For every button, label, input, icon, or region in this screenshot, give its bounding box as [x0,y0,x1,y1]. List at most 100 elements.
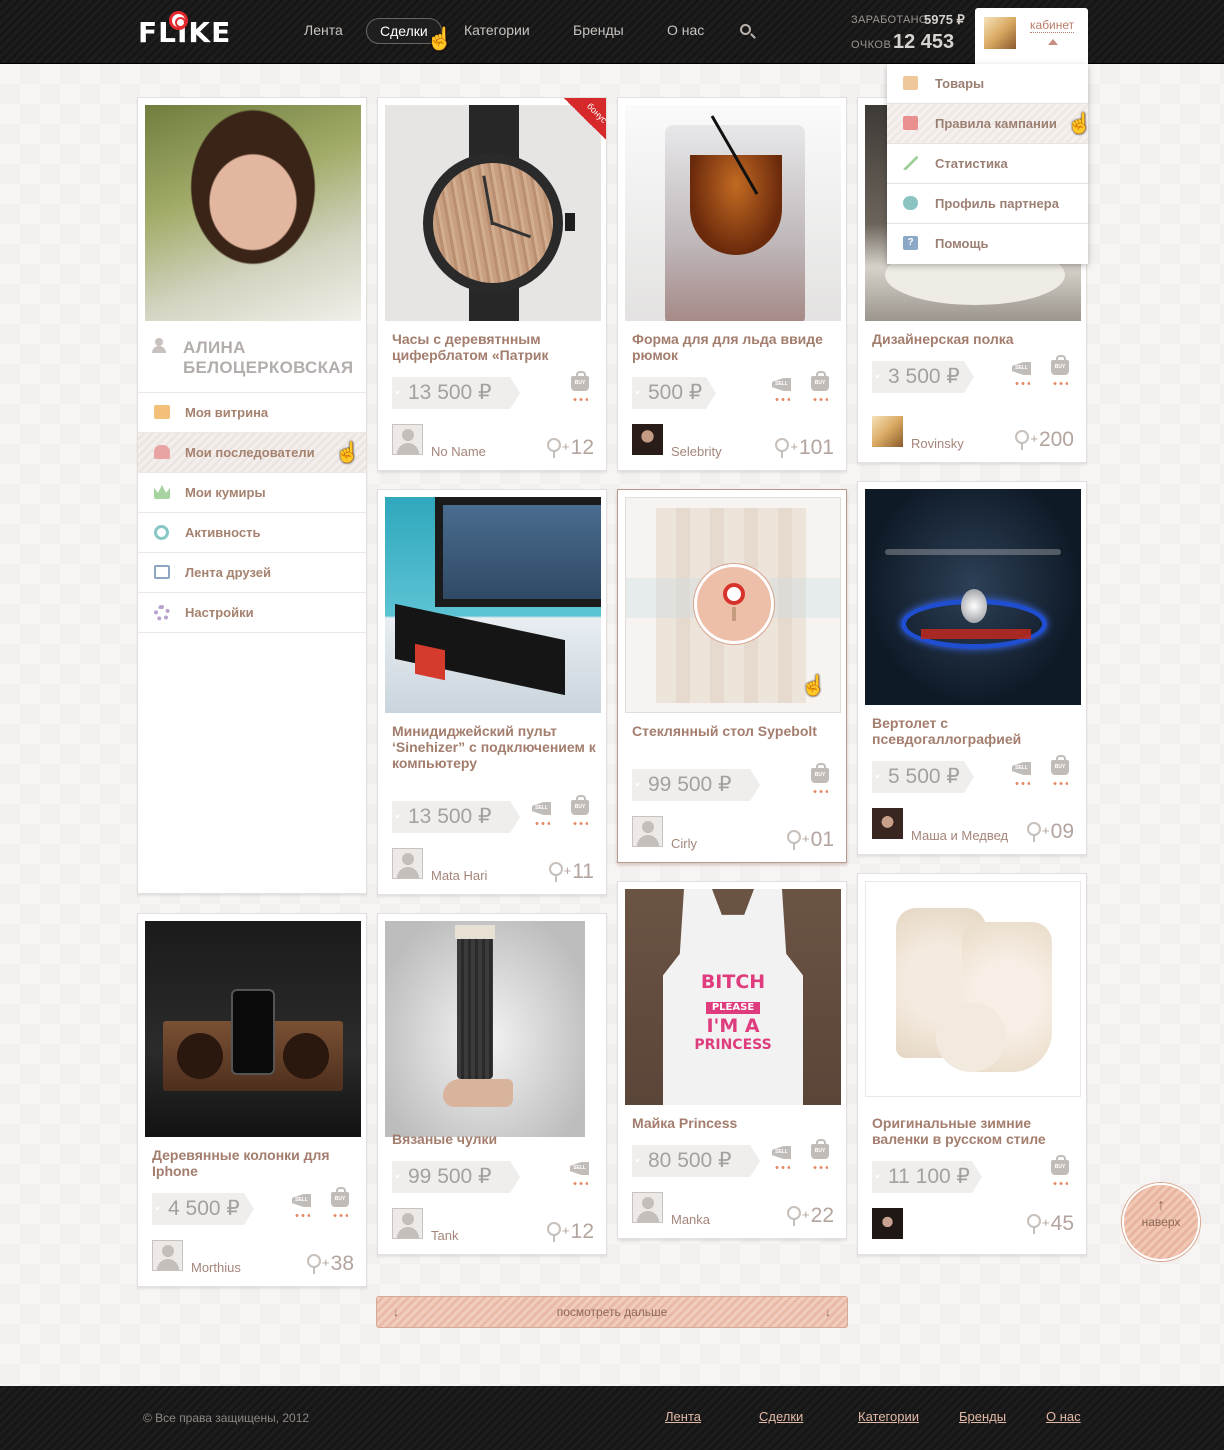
user-name[interactable]: Mata Hari [431,868,487,883]
dropdown-item-goods[interactable]: Товары [887,64,1088,104]
dropdown-item-rules[interactable]: Правила кампании ☝ [887,104,1092,144]
menu-followers[interactable]: Мои последователи ☝ [138,432,366,472]
product-title[interactable]: Часы с деревятнным циферблатом «Патрик [392,331,597,363]
dropdown-item-stats[interactable]: Статистика [887,144,1088,184]
likes-count[interactable]: +200 [1015,428,1074,452]
buy-button[interactable]: BUY [329,1187,351,1222]
footer-link-brands[interactable]: Бренды [959,1409,1006,1424]
dropdown-item-help[interactable]: ? Помощь [887,224,1088,264]
user-avatar[interactable] [392,424,423,455]
buy-button[interactable]: BUY [1049,1155,1071,1190]
user-avatar[interactable] [392,848,423,879]
menu-friends-feed[interactable]: Лента друзей [138,552,366,592]
product-image[interactable] [385,497,601,713]
product-title[interactable]: Вертолет с псевдогаллографией [872,715,1077,747]
user-name[interactable]: Morthius [191,1260,241,1275]
product-image[interactable]: ☝ [625,497,841,713]
nav-feed[interactable]: Лента [304,22,343,38]
product-card[interactable]: Оригинальные зимние валенки в русском ст… [857,873,1087,1255]
user-name[interactable]: Маша и Медвед [911,828,1008,843]
load-more-button[interactable]: ↓ посмотреть дальше ↓ [376,1296,848,1328]
likes-count[interactable]: +01 [787,828,834,852]
product-card[interactable]: Форма для для льда ввиде рюмок 500 ₽ SEL… [617,97,847,471]
likes-count[interactable]: +45 [1027,1212,1074,1236]
user-name[interactable]: No Name [431,444,486,459]
menu-label: Активность [185,525,261,540]
sell-button[interactable]: SELL [1011,358,1033,390]
cabinet-button[interactable]: кабинет [975,8,1088,65]
like-overlay-button[interactable] [694,564,774,644]
product-title[interactable]: Вязаные чулки [392,1131,597,1147]
search-icon[interactable] [740,24,751,35]
product-title[interactable]: Деревянные колонки для Iphone [152,1147,357,1179]
buy-button[interactable]: BUY [809,1139,831,1174]
likes-count[interactable]: +22 [787,1204,834,1228]
product-image[interactable] [625,105,841,321]
sell-button[interactable]: SELL [771,1142,793,1174]
product-title[interactable]: Майка Princess [632,1115,837,1131]
likes-count[interactable]: +101 [775,436,834,460]
user-avatar[interactable] [872,416,903,447]
footer-link-categories[interactable]: Категории [858,1409,919,1424]
menu-idols[interactable]: Мои кумиры [138,472,366,512]
product-title[interactable]: Форма для для льда ввиде рюмок [632,331,837,363]
user-avatar[interactable] [872,1208,903,1239]
product-card[interactable]: Минидиджейский пульт ‘Sinehizer” с подкл… [377,489,607,895]
nav-brands[interactable]: Бренды [573,22,624,38]
product-image[interactable] [865,489,1081,705]
sell-button[interactable]: SELL [569,1158,591,1190]
user-avatar[interactable] [632,1192,663,1223]
user-avatar[interactable] [392,1208,423,1239]
dropdown-item-partner[interactable]: Профиль партнера [887,184,1088,224]
sell-button[interactable]: SELL [291,1190,313,1222]
user-avatar[interactable] [152,1240,183,1271]
menu-showcase[interactable]: Моя витрина [138,392,366,432]
buy-button[interactable]: BUY [569,795,591,830]
footer-link-deals[interactable]: Сделки [759,1409,803,1424]
likes-count[interactable]: +38 [307,1252,354,1276]
nav-categories[interactable]: Категории [464,22,530,38]
product-image[interactable] [145,921,361,1137]
user-name[interactable]: Selebrity [671,444,722,459]
user-avatar[interactable] [872,808,903,839]
footer-link-about[interactable]: О нас [1046,1409,1081,1424]
scroll-top-button[interactable]: ↑ наверх [1122,1183,1200,1261]
likes-count[interactable]: +11 [548,860,594,884]
likes-count[interactable]: +09 [1027,820,1074,844]
product-card[interactable]: BITCH PLEASE I'M A PRINCESS Майка Prince… [617,881,847,1239]
top-bar: FLIKE Лента Сделки Категории Бренды О на… [0,0,1224,65]
buy-button[interactable]: BUY [1049,355,1071,390]
product-title[interactable]: Стеклянный стол Sypebolt [632,723,837,739]
user-name[interactable]: Tank [431,1228,458,1243]
product-card[interactable]: Вертолет с псевдогаллографией 5 500 ₽ SE… [857,481,1087,855]
product-title[interactable]: Оригинальные зимние валенки в русском ст… [872,1115,1077,1147]
product-card[interactable]: бонус Часы с деревятнным циферблатом «Па… [377,97,607,471]
user-name[interactable]: Manka [671,1212,710,1227]
sell-button[interactable]: SELL [1011,758,1033,790]
user-name[interactable]: Cirly [671,836,697,851]
likes-count[interactable]: +12 [547,436,594,460]
product-title[interactable]: Минидиджейский пульт ‘Sinehizer” с подкл… [392,723,597,771]
product-card[interactable]: Деревянные колонки для Iphone 4 500 ₽ SE… [137,913,367,1287]
likes-count[interactable]: +12 [547,1220,594,1244]
product-image[interactable]: BITCH PLEASE I'M A PRINCESS [625,889,841,1105]
buy-button[interactable]: BUY [809,371,831,406]
sell-button[interactable]: SELL [771,374,793,406]
sell-button[interactable]: SELL [531,798,553,830]
product-image[interactable] [865,881,1081,1097]
footer-link-feed[interactable]: Лента [665,1409,701,1424]
nav-about[interactable]: О нас [667,22,704,38]
logo[interactable]: FLIKE [138,11,231,49]
user-name[interactable]: Rovinsky [911,436,964,451]
menu-settings[interactable]: Настройки [138,592,366,632]
product-card[interactable]: ☝ Стеклянный стол Sypebolt 99 500 ₽ BUY … [617,489,847,863]
product-title[interactable]: Дизайнерская полка [872,331,1077,347]
user-avatar[interactable] [632,816,663,847]
product-image[interactable] [385,921,585,1137]
menu-activity[interactable]: Активность [138,512,366,552]
product-card[interactable]: Вязаные чулки 99 500 ₽ SELL Tank +12 [377,913,607,1255]
buy-button[interactable]: BUY [569,371,591,406]
buy-button[interactable]: BUY [1049,755,1071,790]
buy-button[interactable]: BUY [809,763,831,798]
user-avatar[interactable] [632,424,663,455]
